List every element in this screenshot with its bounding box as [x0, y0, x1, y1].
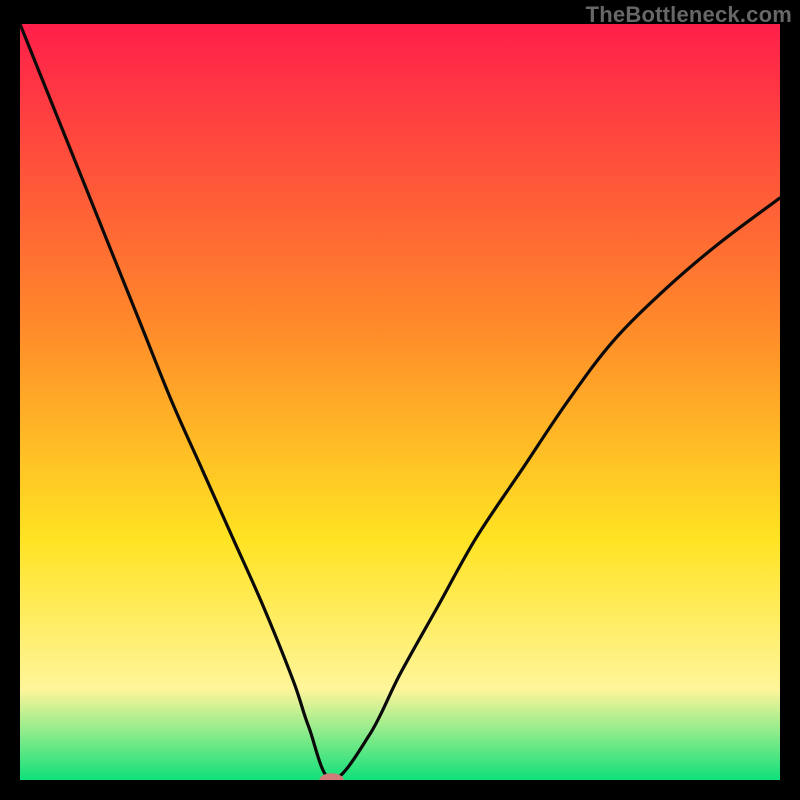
- chart-container: TheBottleneck.com: [0, 0, 800, 800]
- watermark-text: TheBottleneck.com: [586, 2, 792, 28]
- gradient-background: [20, 24, 780, 780]
- bottleneck-chart: [20, 24, 780, 780]
- plot-area: [20, 24, 780, 780]
